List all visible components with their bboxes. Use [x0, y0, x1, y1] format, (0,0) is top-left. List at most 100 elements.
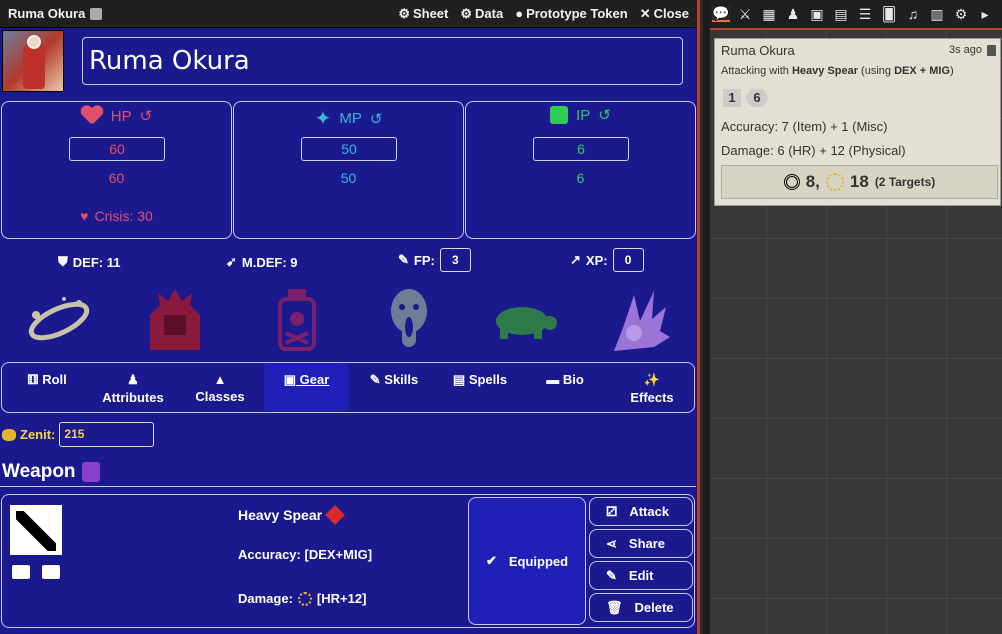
- panel-divider: [703, 0, 710, 634]
- weapon-item: Heavy Spear Accuracy: [DEX+MIG] Damage: …: [1, 494, 695, 628]
- trash-icon[interactable]: [987, 45, 996, 56]
- roll-result[interactable]: 8, 18 (2 Targets): [721, 165, 998, 199]
- weapon-damage: Damage: [HR+12]: [238, 591, 366, 606]
- fp-input[interactable]: 3: [439, 248, 471, 272]
- window-titlebar: Ruma Okura ⚙ Sheet ⚙ Data ● Prototype Token…: [0, 0, 697, 28]
- comment-icon: ▬: [546, 372, 560, 387]
- mdef-stat: ➹ M.DEF: 9: [226, 254, 298, 270]
- ip-label: IP: [576, 106, 591, 124]
- tab-classes-label: Classes: [195, 389, 245, 404]
- share-label: Share: [628, 536, 666, 551]
- flavor-close: ): [950, 65, 954, 77]
- heart-pulse-icon: ♥: [80, 208, 89, 224]
- reset-hp-icon[interactable]: ↺: [140, 107, 153, 125]
- die-d4-result[interactable]: 1: [723, 89, 741, 107]
- dice-results: 1 6: [723, 89, 769, 107]
- weapon-accuracy: Accuracy: [DEX+MIG]: [238, 547, 372, 562]
- tab-skills[interactable]: ✎ Skills: [362, 363, 426, 412]
- ip-current-input[interactable]: 6: [533, 137, 629, 161]
- tab-bio-label: Bio: [562, 372, 584, 387]
- journal-icon[interactable]: ▤: [832, 6, 850, 22]
- cards-icon[interactable]: 🂠: [880, 6, 898, 22]
- reset-mp-icon[interactable]: ↺: [370, 110, 383, 128]
- damage-breakdown: Damage: 6 (HR) + 12 (Physical): [721, 143, 906, 158]
- attack-button[interactable]: ⚂ Attack: [589, 497, 693, 526]
- equipped-toggle[interactable]: ✔ Equipped: [468, 497, 586, 625]
- accuracy-breakdown: Accuracy: 7 (Item) + 1 (Misc): [721, 119, 888, 134]
- chat-icon[interactable]: 💬: [712, 5, 730, 22]
- physical-damage-icon: [297, 591, 312, 606]
- hat-icon: ▲: [213, 372, 227, 387]
- sheet-tabs: ⚅ Roll ♟ Attributes ▲ Classes ▣ Gear ✎ Ski…: [1, 362, 695, 413]
- map-icon[interactable]: ▦: [760, 6, 778, 22]
- prototype-token-button[interactable]: ● Prototype Token: [515, 6, 627, 22]
- share-icon: ⋖: [606, 535, 617, 551]
- ip-max: 6: [576, 170, 585, 186]
- weapon-name: Heavy Spear: [238, 505, 345, 525]
- flavor-weapon: Heavy Spear: [791, 65, 858, 77]
- items-icon[interactable]: ▣: [808, 6, 826, 22]
- xp-input[interactable]: 0: [612, 248, 644, 272]
- weapon-title-label: Weapon: [2, 461, 76, 482]
- character-sheet: Ruma Okura ⚙ Sheet ⚙ Data ● Prototype Token…: [0, 0, 700, 634]
- trend-up-icon: ↗: [570, 252, 581, 267]
- tables-icon[interactable]: ☰: [856, 6, 874, 22]
- dice-icon: ⚂: [606, 503, 618, 519]
- data-button[interactable]: ⚙ Data: [460, 6, 503, 22]
- tab-gear-label: Gear: [299, 372, 330, 387]
- tab-effects[interactable]: ✨ Effects: [626, 363, 678, 412]
- crisis-label: Crisis: 30: [94, 208, 153, 224]
- tab-classes[interactable]: ▲ Classes: [192, 363, 248, 412]
- xp-label: XP:: [585, 252, 608, 268]
- compendium-book-icon[interactable]: [81, 462, 100, 482]
- attack-label: Attack: [629, 504, 670, 519]
- hp-max: 60: [108, 170, 125, 186]
- close-button[interactable]: ✕ Close: [640, 6, 689, 22]
- spear-icon[interactable]: [10, 505, 62, 555]
- document-id-icon[interactable]: [90, 7, 103, 20]
- dazed-icon[interactable]: [24, 285, 94, 355]
- shopping-bag-icon: [550, 106, 569, 124]
- result-damage: 18: [849, 172, 869, 191]
- playlists-icon[interactable]: ♫: [904, 6, 922, 22]
- weapon-name-label: Heavy Spear: [238, 507, 323, 523]
- hp-current-input[interactable]: 60: [69, 137, 165, 161]
- sheet-button[interactable]: ⚙ Sheet: [398, 6, 448, 22]
- edit-button[interactable]: ✎ Edit: [589, 561, 693, 590]
- tab-gear[interactable]: ▣ Gear: [264, 363, 349, 412]
- combat-icon[interactable]: ⚔: [736, 6, 754, 22]
- def-stat: ⛊ DEF: 11: [58, 254, 120, 270]
- tab-effects-label: Effects: [630, 390, 674, 405]
- tab-roll[interactable]: ⚅ Roll: [22, 363, 72, 412]
- defense-row: ⛊ DEF: 11 ➹ M.DEF: 9 ✎ FP: 3 ↗ XP: 0: [0, 246, 696, 276]
- character-portrait[interactable]: [2, 30, 64, 92]
- compendium-icon[interactable]: ▥: [928, 6, 946, 22]
- poisoned-icon[interactable]: [262, 285, 332, 355]
- tab-spells[interactable]: ▤ Spells: [448, 363, 512, 412]
- delete-button[interactable]: 🗑 Delete: [589, 593, 693, 622]
- mdef-label: M.DEF: 9: [241, 254, 298, 270]
- spear-type-icon: [325, 505, 345, 525]
- sidebar: 💬 ⚔ ▦ ♟ ▣ ▤ ☰ 🂠 ♫ ▥ ⚙ ▸ Ruma Okura 3s ag…: [710, 0, 1002, 634]
- settings-icon[interactable]: ⚙: [952, 6, 970, 22]
- dice-icon: ⚅: [27, 372, 39, 387]
- character-name-input[interactable]: Ruma Okura: [82, 37, 683, 85]
- reset-ip-icon[interactable]: ↺: [598, 106, 611, 124]
- tab-attributes[interactable]: ♟ Attributes: [98, 363, 168, 412]
- die-d6-result[interactable]: 6: [745, 89, 769, 107]
- crisis-indicator: ♥ Crisis: 30: [2, 208, 231, 224]
- mp-current-input[interactable]: 50: [301, 137, 397, 161]
- slow-icon[interactable]: [490, 285, 560, 355]
- share-button[interactable]: ⋖ Share: [589, 529, 693, 558]
- flavor-prefix: Attacking with: [721, 65, 789, 77]
- collapse-icon[interactable]: ▸: [976, 6, 994, 22]
- enraged-icon[interactable]: [140, 285, 210, 355]
- sheet-label: Sheet: [412, 6, 449, 21]
- shaken-icon[interactable]: [374, 285, 444, 355]
- fp-stat: ✎ FP: 3: [398, 248, 471, 272]
- tab-bio[interactable]: ▬ Bio: [542, 363, 588, 412]
- weak-icon[interactable]: [604, 285, 674, 355]
- zenit-input[interactable]: 215: [59, 422, 155, 447]
- resource-stats: HP ↺ 60 60 ♥ Crisis: 30 ✦ MP ↺ 50 50 IP …: [1, 101, 696, 239]
- actors-icon[interactable]: ♟: [784, 6, 802, 22]
